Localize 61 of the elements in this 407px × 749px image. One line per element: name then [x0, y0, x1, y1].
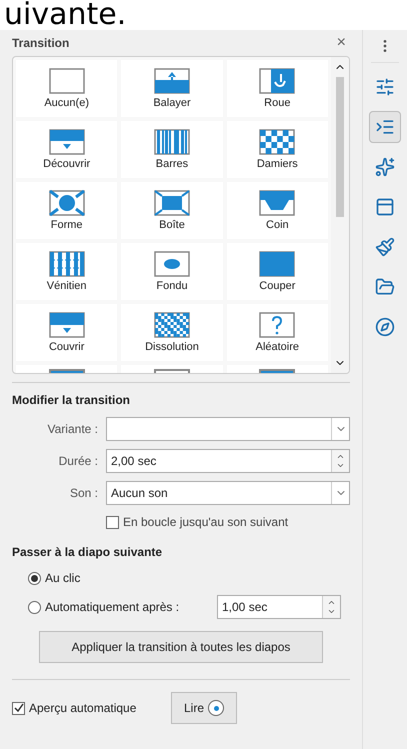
- transition-option[interactable]: Aucun(e): [16, 60, 118, 117]
- bars-transition-icon: [154, 129, 190, 155]
- field-label: Variante :: [46, 421, 98, 438]
- spin-arrows-icon[interactable]: [331, 450, 349, 472]
- panel-icon: [375, 197, 395, 217]
- field-label: Son :: [68, 485, 98, 502]
- radio-label: Automatiquement après :: [45, 599, 180, 616]
- sparkles-icon: [375, 157, 395, 177]
- transition-option[interactable]: Vénitien: [16, 243, 118, 300]
- box-transition-icon: [154, 190, 190, 216]
- random-transition-icon: [259, 312, 296, 338]
- transition-option[interactable]: Barres: [121, 121, 223, 178]
- transition-option[interactable]: Dissolution: [121, 304, 223, 361]
- transition-option[interactable]: Roue: [226, 60, 328, 117]
- fade-transition-icon: [154, 251, 190, 277]
- sliders-icon: [375, 77, 395, 97]
- cover-transition-icon: [48, 312, 85, 338]
- overlay-caption-text: uivante.: [4, 0, 126, 30]
- duration-field[interactable]: 2,00 sec: [106, 449, 350, 473]
- transition-option[interactable]: Couper: [226, 243, 328, 300]
- checkerboard-transition-icon: [259, 129, 296, 155]
- delay-field[interactable]: 1,00 sec: [217, 595, 341, 619]
- folder-icon: [375, 277, 395, 297]
- transition-option[interactable]: Fondu: [121, 243, 223, 300]
- transition-option[interactable]: Coin: [226, 182, 328, 239]
- scrollbar-thumb[interactable]: [336, 77, 344, 217]
- sound-dropdown[interactable]: Aucun son: [106, 481, 350, 505]
- section-heading: Modifier la transition: [12, 392, 132, 409]
- paintbrush-icon: [375, 237, 395, 257]
- checkbox[interactable]: [106, 516, 119, 528]
- venetian-transition-icon: [48, 251, 85, 277]
- wipe-transition-icon: [154, 68, 190, 94]
- transition-option[interactable]: Aléatoire: [226, 304, 328, 361]
- compass-icon: [375, 317, 395, 337]
- checkbox-label: En boucle jusqu'au son suivant: [123, 514, 288, 531]
- transition-option[interactable]: Découvrir: [16, 121, 118, 178]
- checkbox-label: Aperçu automatique: [29, 700, 138, 717]
- radio-label: Au clic: [45, 570, 82, 587]
- transition-option[interactable]: Boîte: [121, 182, 223, 239]
- transition-option[interactable]: Forme: [16, 182, 118, 239]
- radio-button[interactable]: [28, 600, 41, 614]
- field-label: Durée :: [58, 453, 98, 470]
- transition-option[interactable]: Balayer: [121, 60, 223, 117]
- transition-option[interactable]: Couvrir: [16, 304, 118, 361]
- play-button[interactable]: Lire: [171, 692, 238, 724]
- wheel-transition-icon: [259, 68, 296, 94]
- none-transition-icon: [48, 68, 85, 94]
- uncover-transition-icon: [48, 129, 85, 155]
- checkbox[interactable]: [12, 702, 25, 714]
- sidebar-tab[interactable]: [369, 111, 401, 143]
- cut-transition-icon: [259, 251, 296, 277]
- apply-all-button[interactable]: Appliquer la transition à toutes les diapos: [39, 631, 323, 663]
- transition-option[interactable]: Damiers: [226, 121, 328, 178]
- section-heading: Passer à la diapo suivante: [12, 544, 164, 561]
- dissolve-transition-icon: [154, 312, 190, 338]
- shape-transition-icon: [48, 190, 85, 216]
- panel-title: Transition: [12, 35, 70, 52]
- spin-arrows-icon[interactable]: [322, 596, 340, 618]
- radio-button[interactable]: [28, 572, 41, 584]
- corner-transition-icon: [259, 190, 296, 216]
- close-button[interactable]: ×: [332, 31, 350, 55]
